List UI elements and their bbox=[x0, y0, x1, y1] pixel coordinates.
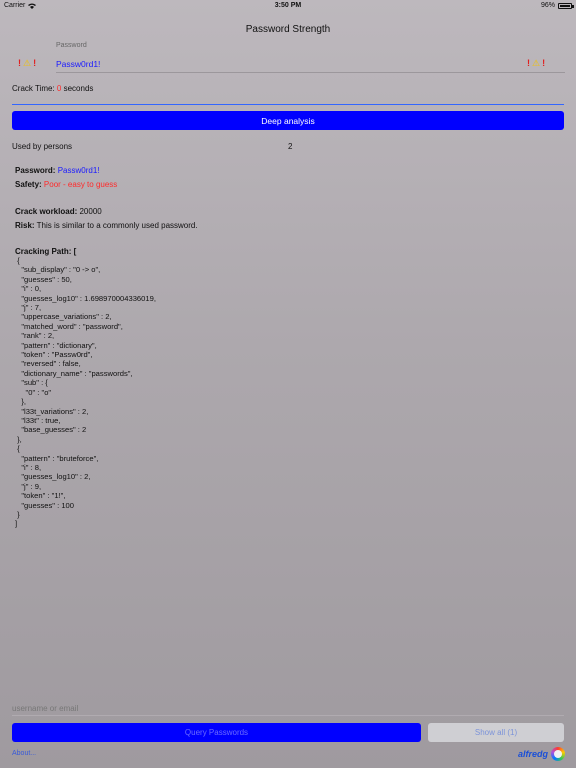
battery-fill bbox=[560, 4, 570, 7]
detail-safety-value: Poor - easy to guess bbox=[43, 180, 118, 189]
warning-triangle-icon: ⚠ bbox=[23, 58, 32, 68]
strength-divider bbox=[12, 104, 564, 105]
detail-workload-label: Crack workload: bbox=[15, 207, 78, 216]
detail-password-label: Password: bbox=[15, 166, 56, 175]
detail-safety-label: Safety: bbox=[15, 180, 42, 189]
password-input[interactable]: Passw0rd1! bbox=[56, 59, 100, 69]
brand-name: alfredg bbox=[517, 749, 548, 759]
query-passwords-button[interactable]: Query Passwords bbox=[12, 723, 421, 742]
page-title: Password Strength bbox=[245, 24, 331, 35]
detail-password-value: Passw0rd1! bbox=[57, 166, 100, 175]
warning-icons-left: ! ⚠ ! bbox=[18, 58, 36, 69]
crack-time-unit: seconds bbox=[63, 84, 94, 93]
exclamation-icon: ! bbox=[18, 58, 21, 68]
battery-icon bbox=[558, 2, 574, 9]
cracking-path-json: { "sub_display" : "0 -> o", "guesses" : … bbox=[15, 256, 156, 529]
crack-time-value: 0 bbox=[56, 84, 62, 93]
battery-percent: 96% bbox=[540, 2, 555, 9]
detail-workload: Crack workload: 20000 bbox=[15, 207, 102, 216]
deep-analysis-button[interactable]: Deep analysis bbox=[12, 111, 564, 130]
detail-risk-value: This is similar to a commonly used passw… bbox=[36, 221, 198, 230]
exclamation-icon: ! bbox=[542, 58, 546, 68]
detail-workload-value: 20000 bbox=[79, 207, 102, 216]
brand-logo-icon[interactable] bbox=[551, 747, 565, 761]
warning-triangle-icon: ⚠ bbox=[532, 58, 541, 68]
cracking-path-label: Cracking Path: [ bbox=[15, 247, 77, 256]
password-field-label: Password bbox=[56, 42, 87, 49]
used-by-count: 2 bbox=[288, 142, 293, 151]
crack-time-label: Crack Time: bbox=[12, 84, 55, 93]
detail-risk: Risk: This is similar to a commonly used… bbox=[15, 221, 198, 230]
username-email-input[interactable] bbox=[12, 701, 564, 716]
used-by-label: Used by persons bbox=[12, 142, 73, 151]
status-time: 3:50 PM bbox=[274, 2, 302, 9]
about-link[interactable]: About... bbox=[12, 750, 36, 757]
status-bar: Carrier 3:50 PM 96% bbox=[0, 0, 576, 12]
warning-icons-right: ! ⚠ ! bbox=[527, 58, 545, 69]
password-underline bbox=[56, 72, 565, 73]
status-right: 96% bbox=[540, 2, 574, 9]
crack-time: Crack Time: 0 seconds bbox=[12, 84, 93, 93]
exclamation-icon: ! bbox=[33, 58, 37, 68]
detail-password: Password: Passw0rd1! bbox=[15, 166, 100, 175]
exclamation-icon: ! bbox=[527, 58, 530, 68]
detail-safety: Safety: Poor - easy to guess bbox=[15, 180, 117, 189]
show-all-button[interactable]: Show all (1) bbox=[428, 723, 564, 742]
detail-risk-label: Risk: bbox=[15, 221, 35, 230]
